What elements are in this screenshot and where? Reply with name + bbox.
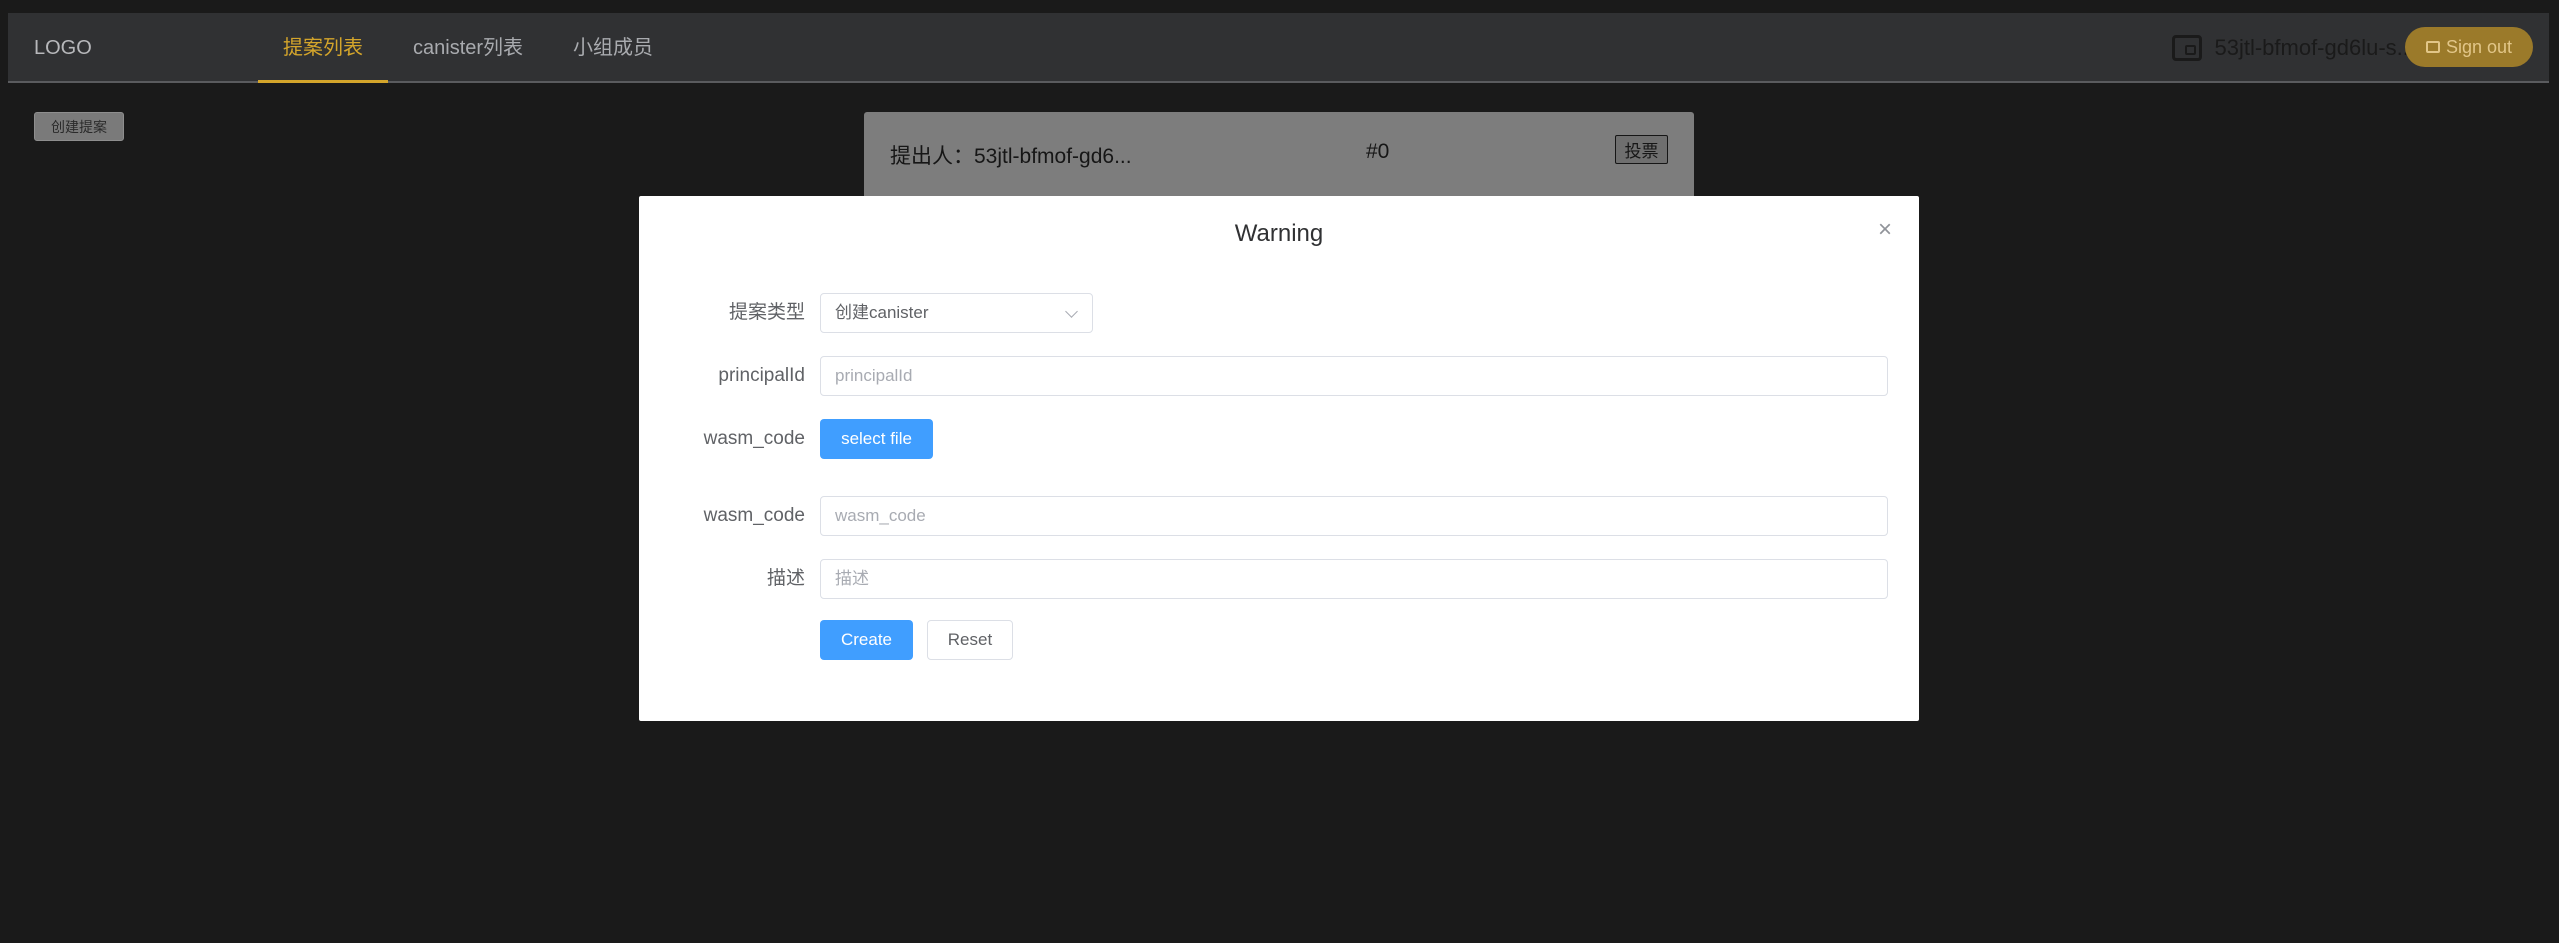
principal-id-label: principalId <box>718 365 805 386</box>
proposal-type-value: 创建canister <box>835 303 929 322</box>
description-label: 描述 <box>766 568 805 589</box>
principal-id-input[interactable]: principalId <box>820 356 1888 396</box>
proposal-type-select[interactable]: 创建canister <box>820 293 1093 333</box>
wasm-file-label: wasm_code <box>703 428 805 449</box>
dialog-title: Warning <box>1234 220 1324 247</box>
select-file-button[interactable]: select file <box>820 419 933 459</box>
wasm-code-input[interactable]: wasm_code <box>820 496 1888 536</box>
chevron-down-icon <box>1065 305 1078 318</box>
close-icon[interactable]: × <box>1875 218 1895 242</box>
create-proposal-dialog: Warning × 提案类型 创建canister principalId pr… <box>639 196 1919 721</box>
description-input[interactable]: 描述 <box>820 559 1888 599</box>
reset-button[interactable]: Reset <box>927 620 1013 660</box>
create-button[interactable]: Create <box>820 620 913 660</box>
proposal-type-label: 提案类型 <box>728 302 805 323</box>
wasm-code-label: wasm_code <box>703 505 805 526</box>
